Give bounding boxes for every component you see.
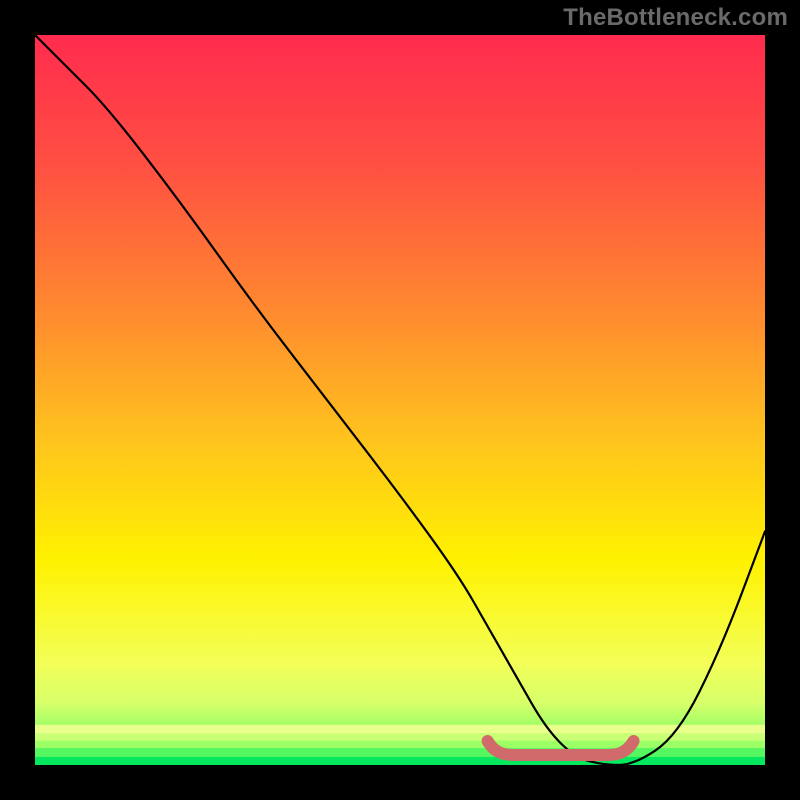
- bottleneck-chart: [35, 35, 765, 765]
- green-band: [35, 725, 765, 734]
- watermark-text: TheBottleneck.com: [563, 4, 788, 32]
- green-band: [35, 734, 765, 741]
- gradient-background: [35, 35, 765, 765]
- green-band: [35, 741, 765, 748]
- green-band: [35, 757, 765, 765]
- chart-frame: TheBottleneck.com: [0, 0, 800, 800]
- plot-area: [35, 35, 765, 765]
